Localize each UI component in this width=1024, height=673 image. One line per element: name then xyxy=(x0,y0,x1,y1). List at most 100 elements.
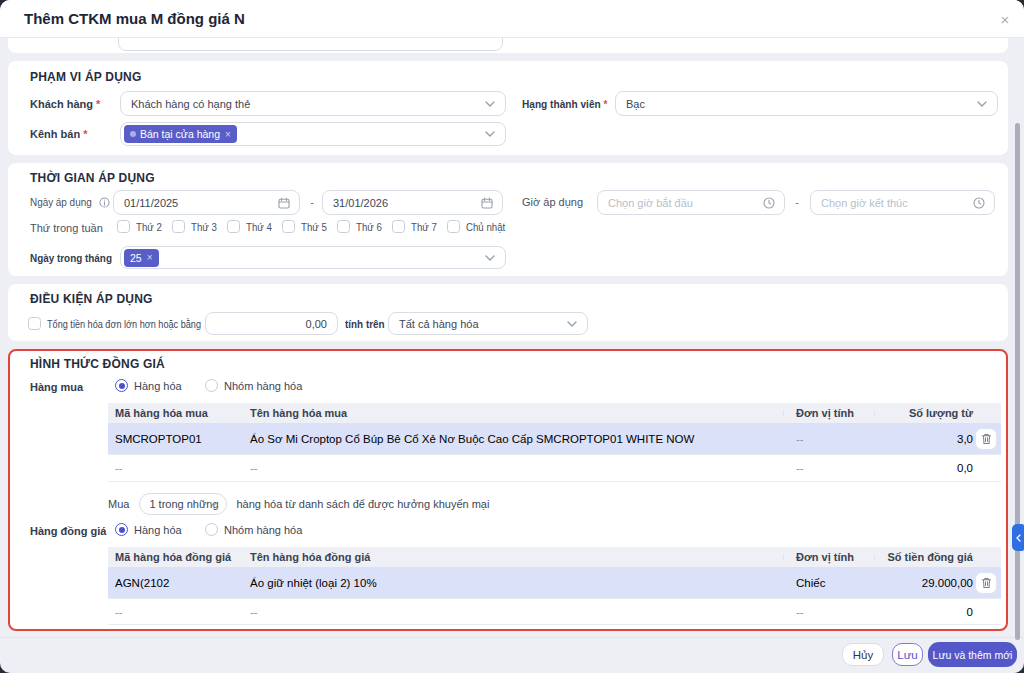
buy-radio-group-option[interactable]: Nhóm hàng hóa xyxy=(205,379,302,392)
customer-select[interactable]: Khách hàng có hạng thẻ xyxy=(120,91,506,116)
weekday-checkbox[interactable]: Thứ 7 xyxy=(392,220,447,233)
section-time-title: THỜI GIAN ÁP DỤNG xyxy=(30,171,155,185)
cell-name: Áo giữ nhiệt (loại 2) 10% xyxy=(250,577,783,589)
col-header: Số lượng từ xyxy=(874,407,975,419)
fixed-table-row[interactable]: AGN(2102 Áo giữ nhiệt (loại 2) 10% Chiếc… xyxy=(108,567,1001,599)
buy-table: Mã hàng hóa mua Tên hàng hóa mua Đơn vị … xyxy=(108,403,1001,482)
fixed-radio-product[interactable]: Hàng hóa xyxy=(115,523,205,536)
min-total-input[interactable]: 0,00 xyxy=(205,312,338,335)
section-condition: ĐIỀU KIỆN ÁP DỤNG Tổng tiền hóa đơn lớn … xyxy=(8,284,1008,341)
col-header: Số tiền đồng giá xyxy=(874,551,975,563)
radio-icon[interactable] xyxy=(115,523,128,536)
collapse-panel-tab[interactable] xyxy=(1012,524,1024,551)
checkbox-icon[interactable] xyxy=(447,220,460,233)
tag-remove-icon[interactable]: × xyxy=(147,252,153,263)
calendar-icon xyxy=(278,197,290,209)
col-header: Đơn vị tính xyxy=(783,407,874,419)
modal-title: Thêm CTKM mua M đồng giá N xyxy=(24,10,245,27)
weekday-checkbox[interactable]: Thứ 6 xyxy=(337,220,392,233)
delete-row-button[interactable] xyxy=(975,428,997,450)
hour-range-dash: - xyxy=(790,196,804,208)
date-to-input[interactable]: 31/01/2026 xyxy=(322,190,503,215)
cell-code: -- xyxy=(108,462,250,474)
buy-table-header: Mã hàng hóa mua Tên hàng hóa mua Đơn vị … xyxy=(108,403,1001,423)
buy-radio-group: Hàng hóa Nhóm hàng hóa xyxy=(115,379,302,392)
modal-header: Thêm CTKM mua M đồng giá N xyxy=(0,0,1024,38)
cell-name: Áo Sơ Mi Croptop Cổ Búp Bê Cổ Xẻ Nơ Buộc… xyxy=(250,433,783,445)
checkbox-icon[interactable] xyxy=(337,220,350,233)
buy-label: Hàng mua xyxy=(30,381,83,393)
customer-label: Khách hàng* xyxy=(30,98,100,110)
col-header: Mã hàng hóa mua xyxy=(108,407,250,419)
info-icon[interactable] xyxy=(99,197,110,208)
fixed-table-row[interactable]: -- -- -- 0 xyxy=(108,599,1001,625)
partial-input[interactable] xyxy=(118,38,503,51)
cell-code: -- xyxy=(108,606,250,618)
save-button[interactable]: Lưu xyxy=(892,643,923,666)
radio-icon[interactable] xyxy=(205,523,218,536)
monthday-tag[interactable]: 25× xyxy=(124,249,159,267)
buy-table-row[interactable]: -- -- -- 0,0 xyxy=(108,455,1001,482)
radio-icon[interactable] xyxy=(115,379,128,392)
scrollbar[interactable] xyxy=(1015,123,1020,640)
fixed-radio-group: Hàng hóa Nhóm hàng hóa xyxy=(115,523,302,536)
radio-icon[interactable] xyxy=(205,379,218,392)
cell-qty: 3,0 xyxy=(874,433,975,445)
hour-from-input[interactable]: Chọn giờ bắt đầu xyxy=(597,190,785,215)
cancel-button[interactable]: Hủy xyxy=(842,643,884,666)
on-value: Tất cả hàng hóa xyxy=(399,318,479,330)
cell-name: -- xyxy=(250,606,783,618)
checkbox-icon[interactable] xyxy=(172,220,185,233)
weekday-checkbox[interactable]: Thứ 3 xyxy=(172,220,227,233)
weekday-checkbox[interactable]: Thứ 2 xyxy=(117,220,172,233)
weekday-checkbox[interactable]: Thứ 5 xyxy=(282,220,337,233)
on-select[interactable]: Tất cả hàng hóa xyxy=(388,312,588,335)
buy-table-row[interactable]: SMCROPTOP01 Áo Sơ Mi Croptop Cổ Búp Bê C… xyxy=(108,423,1001,455)
weekday-checkbox[interactable]: Thứ 4 xyxy=(227,220,282,233)
cell-unit: -- xyxy=(783,606,874,618)
col-header: Tên hàng hóa đồng giá xyxy=(250,551,783,563)
cell-name: -- xyxy=(250,462,783,474)
chevron-down-icon xyxy=(209,502,218,507)
channel-select[interactable]: Bán tại cửa hàng× xyxy=(120,122,506,146)
checkbox-icon[interactable] xyxy=(117,220,130,233)
section-scope: PHẠM VI ÁP DỤNG Khách hàng* Khách hàng c… xyxy=(8,61,1008,155)
section-fixed-title: HÌNH THỨC ĐỒNG GIÁ xyxy=(30,357,165,371)
col-header: Đơn vị tính xyxy=(783,551,874,563)
min-total-value: 0,00 xyxy=(306,318,327,330)
fixed-table-header: Mã hàng hóa đồng giá Tên hàng hóa đồng g… xyxy=(108,547,1001,567)
rank-select[interactable]: Bạc xyxy=(615,91,998,116)
hour-label: Giờ áp dụng xyxy=(522,196,583,208)
fixed-radio-group-option[interactable]: Nhóm hàng hóa xyxy=(205,523,302,536)
save-and-new-button[interactable]: Lưu và thêm mới xyxy=(928,642,1017,667)
monthday-label: Ngày trong tháng xyxy=(30,252,121,264)
chevron-down-icon xyxy=(485,255,495,261)
customer-value: Khách hàng có hạng thẻ xyxy=(131,98,250,110)
close-icon[interactable]: × xyxy=(994,8,1016,30)
min-total-checkbox[interactable] xyxy=(28,317,41,330)
checkbox-icon[interactable] xyxy=(282,220,295,233)
channel-tag[interactable]: Bán tại cửa hàng× xyxy=(124,125,237,143)
rule-prefix: Mua xyxy=(108,498,129,510)
cell-code: AGN(2102 xyxy=(108,577,250,589)
rule-suffix: hàng hóa từ danh sách để được hưởng khuy… xyxy=(236,498,489,510)
section-fixed-price: HÌNH THỨC ĐỒNG GIÁ Hàng mua Hàng hóa Nhó… xyxy=(8,349,1008,631)
buy-rule-row: Mua 1 trong những hàng hóa từ danh sách … xyxy=(108,493,489,515)
checkbox-icon[interactable] xyxy=(392,220,405,233)
hour-from-placeholder: Chọn giờ bắt đầu xyxy=(608,197,693,209)
buy-radio-product[interactable]: Hàng hóa xyxy=(115,379,205,392)
section-time: THỜI GIAN ÁP DỤNG Ngày áp dụng 01/11/202… xyxy=(8,163,1008,276)
tag-remove-icon[interactable]: × xyxy=(225,129,231,140)
monthday-select[interactable]: 25× xyxy=(120,246,506,269)
rule-select[interactable]: 1 trong những xyxy=(139,493,227,515)
cell-unit: Chiếc xyxy=(783,577,874,589)
weekday-checkbox[interactable]: Chủ nhật xyxy=(447,220,511,233)
checkbox-icon[interactable] xyxy=(227,220,240,233)
date-from-value: 01/11/2025 xyxy=(124,197,178,209)
section-condition-title: ĐIỀU KIỆN ÁP DỤNG xyxy=(30,292,153,306)
delete-row-button[interactable] xyxy=(975,572,997,594)
weekday-checkbox-group: Thứ 2 Thứ 3 Thứ 4 Thứ 5 Thứ 6 Thứ 7 Chủ … xyxy=(117,220,511,233)
cell-price: 0 xyxy=(874,606,975,618)
hour-to-input[interactable]: Chọn giờ kết thúc xyxy=(810,190,995,215)
date-from-input[interactable]: 01/11/2025 xyxy=(113,190,300,215)
